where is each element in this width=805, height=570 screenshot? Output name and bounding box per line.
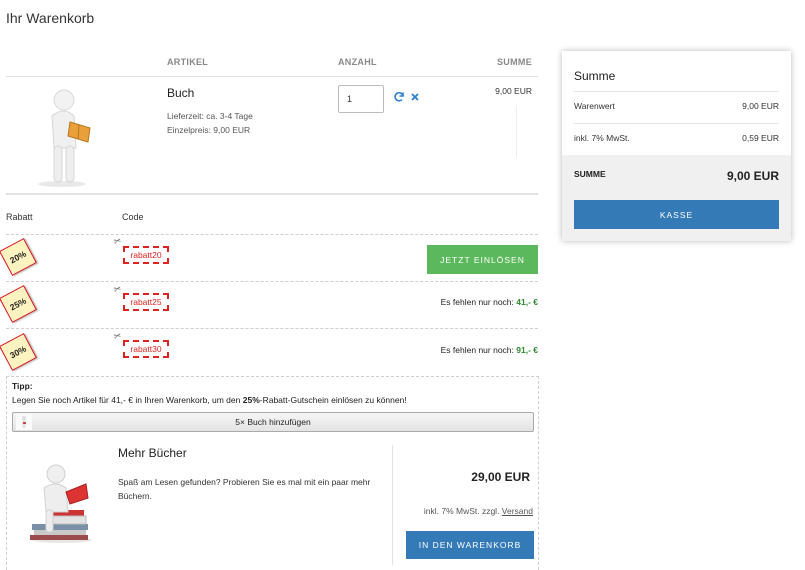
tipp-text-part: Legen Sie noch Artikel für 41,- € in Ihr… [12,395,243,405]
summary-row-value: 9,00 EUR [742,101,779,111]
coupon-divider [6,281,538,282]
recommendation-description: Spaß am Lesen gefunden? Probieren Sie es… [118,477,371,501]
missing-amount-label: Es fehlen nur noch: [440,297,517,307]
page-title: Ihr Warenkorb [6,10,95,26]
column-header-sum: SUMME [497,57,532,67]
column-divider [516,105,517,157]
checkout-button[interactable]: KASSE [574,200,779,229]
recommendation-title[interactable]: Mehr Bücher [118,446,187,460]
tipp-text-bold: 25% [242,395,260,405]
header-divider [6,76,538,77]
add-to-cart-button[interactable]: IN DEN WARENKORB [406,531,534,559]
scissors-icon: ✂ [112,330,123,342]
summary-total-label: SUMME [574,169,606,179]
missing-amount-value: 41,- € [516,297,538,307]
discount-badge-20: 20% [0,238,37,276]
summary-divider [574,123,779,124]
summary-row-label: Warenwert [574,101,615,111]
refresh-icon[interactable] [393,91,405,106]
book-thumbnail-icon [16,414,32,430]
tipp-label: Tipp: [12,381,33,391]
summary-row-tax: inkl. 7% MwSt. 0,59 EUR [574,133,779,143]
delivery-time: Lieferzeit: ca. 3-4 Tage [167,111,253,121]
tipp-text: Legen Sie noch Artikel für 41,- € in Ihr… [12,395,407,405]
column-header-article: ARTIKEL [167,57,209,67]
summary-title: Summe [574,69,616,83]
coupon-code-20: rabatt20 [123,246,169,264]
coupon-divider [6,234,538,235]
add-books-button[interactable]: 5× Buch hinzufügen [12,412,534,432]
summary-total-value: 9,00 EUR [726,169,779,183]
missing-amount-label: Es fehlen nur noch: [440,345,517,355]
tipp-text-part: -Rabatt-Gutschein einlösen zu können! [259,395,407,405]
recommendation-image[interactable] [26,462,96,544]
quantity-input[interactable] [338,85,384,113]
shipping-link[interactable]: Versand [502,506,533,516]
missing-amount-25: Es fehlen nur noch: 41,- € [398,297,538,307]
summary-row-label: inkl. 7% MwSt. [574,133,630,143]
discount-badge-25: 25% [0,285,37,323]
coupon-header-code: Code [122,212,144,222]
missing-amount-30: Es fehlen nur noch: 91,- € [398,345,538,355]
summary-row-goods: Warenwert 9,00 EUR [574,101,779,111]
coupon-divider [6,328,538,329]
recommendation-price: 29,00 EUR [471,470,530,484]
redeem-button[interactable]: JETZT EINLÖSEN [427,245,538,274]
summary-row-value: 0,59 EUR [742,133,779,143]
summary-divider [574,91,779,92]
cart-divider [6,193,538,195]
scissors-icon: ✂ [112,235,123,247]
discount-badge-30: 30% [0,333,37,371]
close-icon[interactable] [410,91,420,105]
coupon-code-25: rabatt25 [123,293,169,311]
missing-amount-value: 91,- € [516,345,538,355]
recommendation-divider [392,445,393,565]
coupon-header-discount: Rabatt [6,212,33,222]
scissors-icon: ✂ [112,283,123,295]
product-image[interactable] [30,88,100,188]
product-name[interactable]: Buch [167,86,194,100]
column-header-quantity: ANZAHL [338,57,377,67]
line-total: 9,00 EUR [495,86,532,96]
unit-price: Einzelpreis: 9,00 EUR [167,125,251,135]
coupon-code-30: rabatt30 [123,340,169,358]
recommendation-tax-note: inkl. 7% MwSt. zzgl. Versand [400,506,533,516]
tax-note-text: inkl. 7% MwSt. zzgl. [423,506,502,516]
